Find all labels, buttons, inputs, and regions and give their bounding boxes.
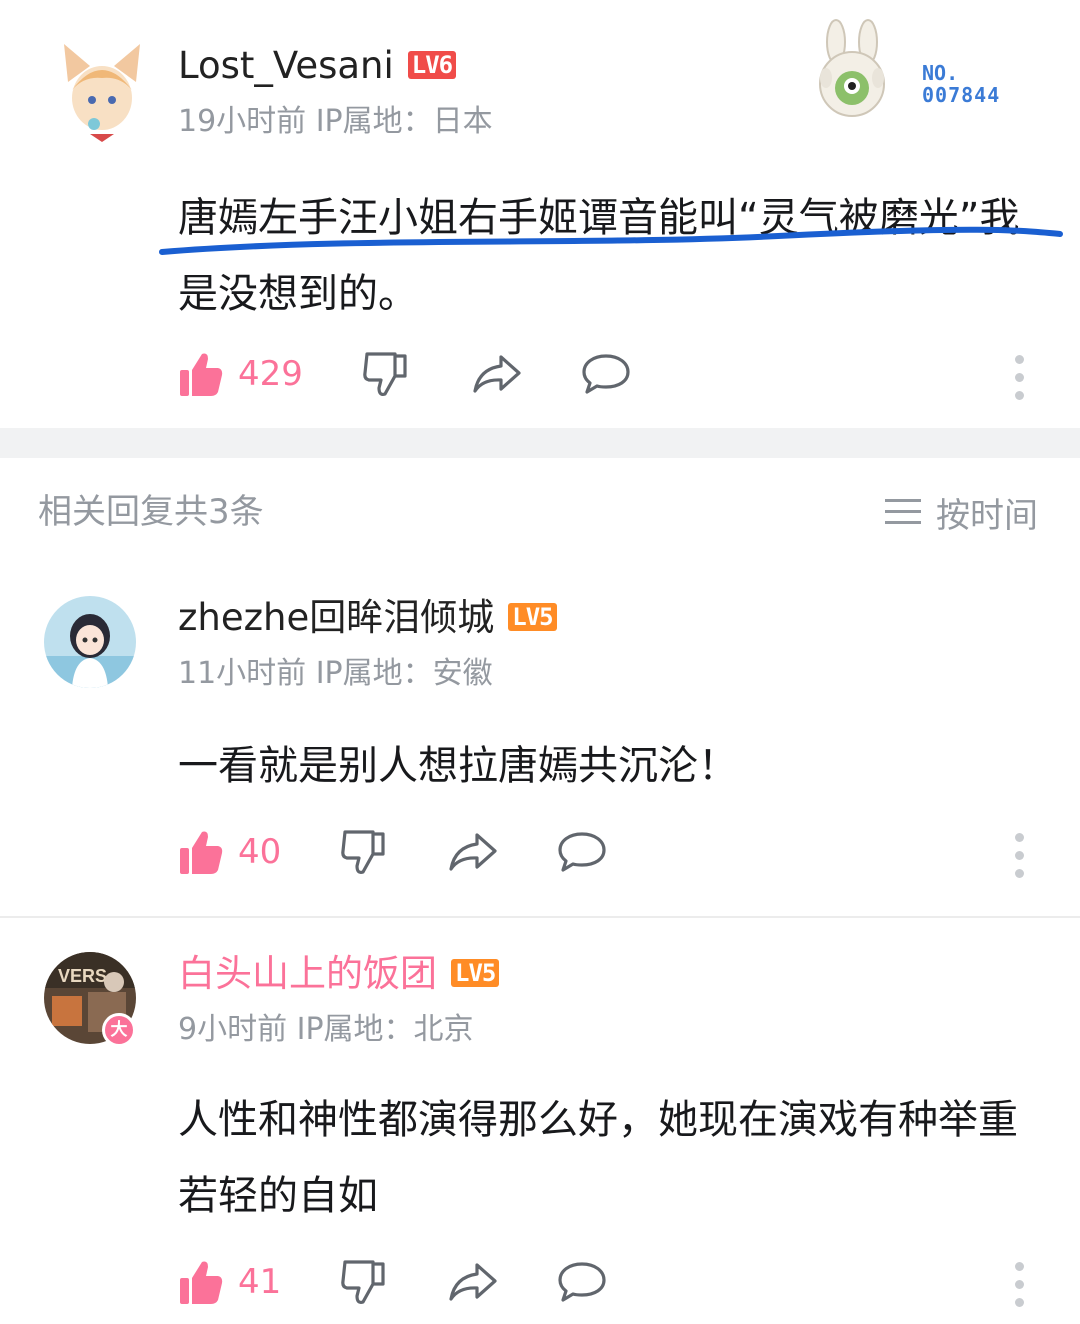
comment-meta: 11小时前 IP属地：安徽 bbox=[178, 656, 493, 691]
share-button[interactable] bbox=[447, 1259, 499, 1305]
highlight-underline bbox=[159, 226, 1063, 255]
thumbs-up-icon bbox=[180, 831, 223, 874]
badge-no-label: NO. bbox=[922, 61, 959, 85]
like-count: 429 bbox=[238, 354, 303, 394]
thumbs-up-icon bbox=[180, 353, 223, 396]
dislike-button[interactable] bbox=[339, 1258, 387, 1306]
comment-content: 一看就是别人想拉唐嫣共沉沦！ bbox=[178, 743, 738, 789]
reply-button[interactable] bbox=[557, 1260, 607, 1304]
comment-meta: 19小时前 IP属地：日本 bbox=[178, 104, 493, 139]
share-button[interactable] bbox=[471, 351, 523, 397]
username[interactable]: zhezhe回眸泪倾城 LV5 bbox=[178, 596, 557, 640]
username[interactable]: Lost_Vesani LV6 bbox=[178, 44, 457, 88]
share-icon bbox=[449, 1263, 497, 1301]
like-count: 41 bbox=[238, 1262, 282, 1302]
thumbs-down-icon bbox=[341, 1260, 385, 1304]
username-text[interactable]: 白头山上的饭团 bbox=[178, 952, 437, 995]
like-count: 40 bbox=[238, 832, 282, 872]
reply-divider bbox=[0, 916, 1080, 918]
like-button[interactable]: 41 bbox=[178, 1258, 281, 1306]
level-badge: LV6 bbox=[407, 50, 457, 79]
bunny-badge-icon bbox=[819, 19, 885, 117]
level-badge: LV5 bbox=[451, 958, 500, 987]
comment-icon bbox=[582, 354, 630, 394]
dislike-button[interactable] bbox=[361, 350, 409, 398]
like-button[interactable]: 429 bbox=[178, 350, 303, 398]
section-divider bbox=[0, 428, 1080, 458]
avatar[interactable] bbox=[60, 42, 144, 142]
vip-avatar-badge: 大 bbox=[102, 1013, 136, 1047]
reply-button[interactable] bbox=[557, 830, 607, 874]
sort-label: 按时间 bbox=[936, 495, 1038, 536]
more-vertical-icon[interactable] bbox=[1015, 355, 1025, 409]
comment-icon bbox=[558, 832, 606, 872]
thumbs-down-icon bbox=[363, 352, 407, 396]
reply-button[interactable] bbox=[581, 352, 631, 396]
thumbs-up-icon bbox=[180, 1261, 223, 1304]
avatar[interactable] bbox=[44, 596, 136, 688]
share-icon bbox=[473, 355, 521, 393]
badge-number: 007844 bbox=[922, 83, 1001, 107]
dislike-button[interactable] bbox=[339, 828, 387, 876]
comment-actions: 41 bbox=[178, 1252, 607, 1312]
share-icon bbox=[449, 833, 497, 871]
comment-actions: 40 bbox=[178, 822, 607, 882]
thumbs-down-icon bbox=[341, 830, 385, 874]
comment-actions: 429 bbox=[178, 344, 631, 404]
fan-badge[interactable]: NO. 007844 bbox=[800, 18, 1040, 128]
svg-text:VERS: VERS bbox=[58, 966, 107, 986]
level-badge: LV5 bbox=[508, 602, 557, 631]
sort-lines-icon bbox=[885, 499, 921, 524]
sort-toggle[interactable]: 按时间 bbox=[884, 490, 1038, 536]
username-text[interactable]: Lost_Vesani bbox=[178, 44, 394, 87]
comment-meta: 9小时前 IP属地：北京 bbox=[178, 1012, 474, 1047]
username-text[interactable]: zhezhe回眸泪倾城 bbox=[178, 596, 494, 639]
more-vertical-icon[interactable] bbox=[1015, 833, 1025, 887]
comment-content: 人性和神性都演得那么好，她现在演戏有种举重若轻的自如 bbox=[178, 1097, 1018, 1219]
username[interactable]: 白头山上的饭团 LV5 bbox=[178, 952, 500, 996]
comment-icon bbox=[558, 1262, 606, 1302]
more-vertical-icon[interactable] bbox=[1015, 1262, 1025, 1316]
like-button[interactable]: 40 bbox=[178, 828, 281, 876]
replies-count: 相关回复共3条 bbox=[38, 492, 264, 532]
share-button[interactable] bbox=[447, 829, 499, 875]
